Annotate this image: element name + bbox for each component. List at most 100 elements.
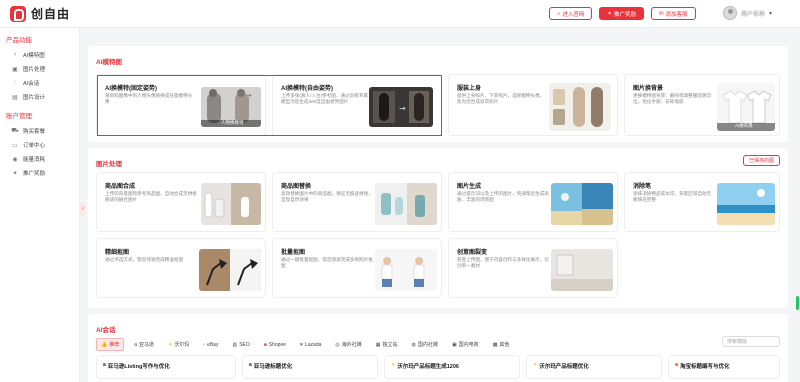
logo-text: 创自由 <box>31 7 71 21</box>
referral-reward-button[interactable]: ✦ 推广奖励 <box>599 7 644 20</box>
chevron-left-icon: ‹ <box>82 206 84 212</box>
card-title: 服装上身 <box>457 86 482 92</box>
card-desc: 上传的背景图和参考商品图，自动合成无拼接痕迹的融合图片 <box>105 191 197 202</box>
social-cn-icon: ◍ <box>411 341 416 348</box>
card-title: 消除笔 <box>633 184 652 190</box>
tool-card[interactable]: a 亚马逊Listing写作与优化 <box>96 355 236 379</box>
cart-icon: ⛟ <box>11 128 19 134</box>
card-thumbnail: AI换背景 <box>717 83 775 131</box>
logo-icon <box>10 5 26 22</box>
card-desc: 提供上身照片、下装照片，选择模特头像，及为您合成穿衣照片 <box>457 93 545 104</box>
energy-icon: ◉ <box>12 156 18 163</box>
card-precise-cutout[interactable]: 精细抠图 通过点选方式，帮您快速完成精准抠图 <box>96 238 266 298</box>
walmart-icon: ✳ <box>168 341 173 348</box>
avatar[interactable] <box>723 6 737 20</box>
card-product-composite[interactable]: 商品图合成 上传的背景图和参考商品图，自动合成无拼接痕迹的融合图片 <box>96 172 266 232</box>
card-title: 商品图合成 <box>105 184 136 190</box>
thumb-caption: AI换背景 <box>735 123 753 128</box>
tool-card[interactable]: ■ 淘宝标题编写与优化 <box>668 355 780 379</box>
card-product-replace[interactable]: 商品图替换 高效替换图片中的商品图，保证无痕迹拼接，呈现自然效果 <box>272 172 442 232</box>
card-thumbnail <box>201 183 261 225</box>
sidebar-item-buy-plan[interactable]: ⛟ 购买套餐 <box>0 124 79 138</box>
panel-title: AI会话 <box>96 327 116 334</box>
tool-card[interactable]: ✳ 沃尔玛产品标题优化 <box>526 355 662 379</box>
sidebar-collapse-handle[interactable]: ‹ <box>80 202 86 216</box>
official-site-button[interactable]: ⌂ 进入官网 <box>549 7 593 20</box>
person-icon: ♀ <box>12 52 18 58</box>
ai-model-panel: AI模特图 AI换模特(固定姿势) 将目标图像中的人物头像替换成任意模特头像 →… <box>88 46 788 142</box>
tab-shopee[interactable]: ■ Shopee <box>260 340 290 350</box>
walmart-icon: ✳ <box>533 362 538 368</box>
card-image-generation[interactable]: 图片生成 通过提示词以及上传的图片，快速帮您生成高质、丰富的场景图 <box>448 172 618 232</box>
sidebar-item-image-design[interactable]: ▤ 图片设计 <box>0 90 79 104</box>
amazon-icon: a <box>103 362 106 368</box>
card-thumbnail <box>551 183 613 225</box>
shop-icon: ▣ <box>451 341 457 348</box>
card-desc: 更换模特图背景：删除或调整服装阴印位，优化手部、去除瑕疵 <box>633 93 712 104</box>
tab-lazada[interactable]: ♥ Lazada <box>296 340 325 350</box>
sidebar-section-title: 产品功能 <box>6 37 32 44</box>
tab-other[interactable]: ▩ 其他 <box>489 339 514 350</box>
tab-domestic-ecommerce[interactable]: ▣ 国内电商 <box>448 339 483 350</box>
gift-icon: ✦ <box>12 170 18 177</box>
chat-tabs: 👍 推荐 a 亚马逊 ✳ 沃尔玛 ▫ eBay ▥ SEO ■ Shopee ♥ Lazada… <box>96 338 513 351</box>
tab-walmart[interactable]: ✳ 沃尔玛 <box>164 339 193 350</box>
tab-domestic-social[interactable]: ◍ 国内社媒 <box>408 339 442 350</box>
sidebar-item-ai-chat[interactable]: ◌ AI会话 <box>0 76 79 90</box>
panel-title: AI模特图 <box>96 59 122 66</box>
card-desc: 高效替换图片中的商品图，保证无痕迹拼接，呈现自然效果 <box>281 191 373 202</box>
social-icon: ◎ <box>335 341 340 348</box>
tab-independent-site[interactable]: ▦ 独立站 <box>372 339 402 350</box>
sidebar-item-image-processing[interactable]: ▣ 图片处理 <box>0 62 79 76</box>
thumb-icon: 👍 <box>101 341 108 348</box>
beach-photo <box>717 183 775 225</box>
kids-photo <box>375 249 437 291</box>
saved-images-button[interactable]: 已保存的图 <box>742 155 780 166</box>
scrollbar-indicator[interactable] <box>796 296 799 310</box>
card-outfit-try-on[interactable]: 服装上身 提供上身照片、下装照片，选择模特头像，及为您合成穿衣照片 <box>448 74 618 136</box>
template-search-input[interactable]: 搜索模版 <box>722 336 780 347</box>
sidebar-section-title: 账户管理 <box>6 113 32 120</box>
chevron-down-icon[interactable]: ▾ <box>769 10 772 17</box>
gift-icon: ✦ <box>607 10 612 17</box>
top-header: 创自由 ⌂ 进入官网 ✦ 推广奖励 ✉ 添加客服 用户名称 ▾ <box>0 0 800 28</box>
user-menu[interactable]: 用户名称 ▾ <box>723 6 772 20</box>
model-photo <box>549 83 611 131</box>
tab-recommended[interactable]: 👍 推荐 <box>96 338 125 351</box>
logo[interactable]: 创自由 <box>10 5 70 22</box>
tool-card[interactable]: a 亚马逊标题优化 <box>242 355 378 379</box>
tab-seo[interactable]: ▥ SEO <box>228 340 253 350</box>
taobao-icon: ■ <box>675 362 679 368</box>
site-icon: ▦ <box>375 341 381 348</box>
chat-icon: ◌ <box>13 80 17 86</box>
selection-highlight <box>97 75 442 136</box>
tool-card[interactable]: ✳ 沃尔玛产品标题生成1206 <box>384 355 520 379</box>
ebay-icon: ▫ <box>203 341 206 348</box>
tab-ebay[interactable]: ▫ eBay <box>199 340 222 350</box>
header-actions: ⌂ 进入官网 ✦ 推广奖励 ✉ 添加客服 <box>549 7 696 20</box>
add-support-button[interactable]: ✉ 添加客服 <box>650 7 696 20</box>
card-image-background[interactable]: 图片换背景 更换模特图背景：删除或调整服装阴印位，优化手部、去除瑕疵 AI换背景 <box>624 74 780 136</box>
card-title: 创意图裂变 <box>457 250 488 256</box>
card-creative-variation[interactable]: 创意图裂变 裂变上传图，便于内容创作与多样化展示，衍创单一素材 <box>448 238 618 298</box>
sidebar-item-ai-model[interactable]: ♀ AI模特图 <box>0 48 79 62</box>
sidebar-item-energy[interactable]: ◉ 能量消耗 <box>0 152 79 166</box>
card-title: 商品图替换 <box>281 184 312 190</box>
sidebar: 产品功能 ♀ AI模特图 ▣ 图片处理 ◌ AI会话 ▤ 图片设计 账户管理 ⛟… <box>0 28 80 382</box>
card-desc: 通过一键批量抠图，帮您快速完成多张照片抠图 <box>281 257 373 268</box>
sidebar-item-orders[interactable]: ▭ 订单中心 <box>0 138 79 152</box>
card-thumbnail <box>551 249 613 291</box>
sidebar-item-referral[interactable]: ✦ 推广奖励 <box>0 166 79 180</box>
card-eraser[interactable]: 消除笔 涂抹消除物品或水印，背景区域自动无痕填充完整 <box>624 172 780 232</box>
card-batch-cutout[interactable]: 批量抠图 通过一键批量抠图，帮您快速完成多张照片抠图 <box>272 238 442 298</box>
amazon-icon: a <box>249 362 252 368</box>
seo-icon: ▥ <box>232 341 238 348</box>
lazada-icon: ♥ <box>300 341 303 348</box>
card-thumbnail <box>717 183 775 225</box>
chat-icon: ✉ <box>658 10 664 17</box>
tab-overseas-social[interactable]: ◎ 海外社媒 <box>331 339 365 350</box>
card-desc: 裂变上传图，便于内容创作与多样化展示，衍创单一素材 <box>457 257 549 268</box>
amazon-icon: a <box>134 341 138 348</box>
walmart-icon: ✳ <box>391 362 396 368</box>
tab-amazon[interactable]: a 亚马逊 <box>130 339 158 350</box>
